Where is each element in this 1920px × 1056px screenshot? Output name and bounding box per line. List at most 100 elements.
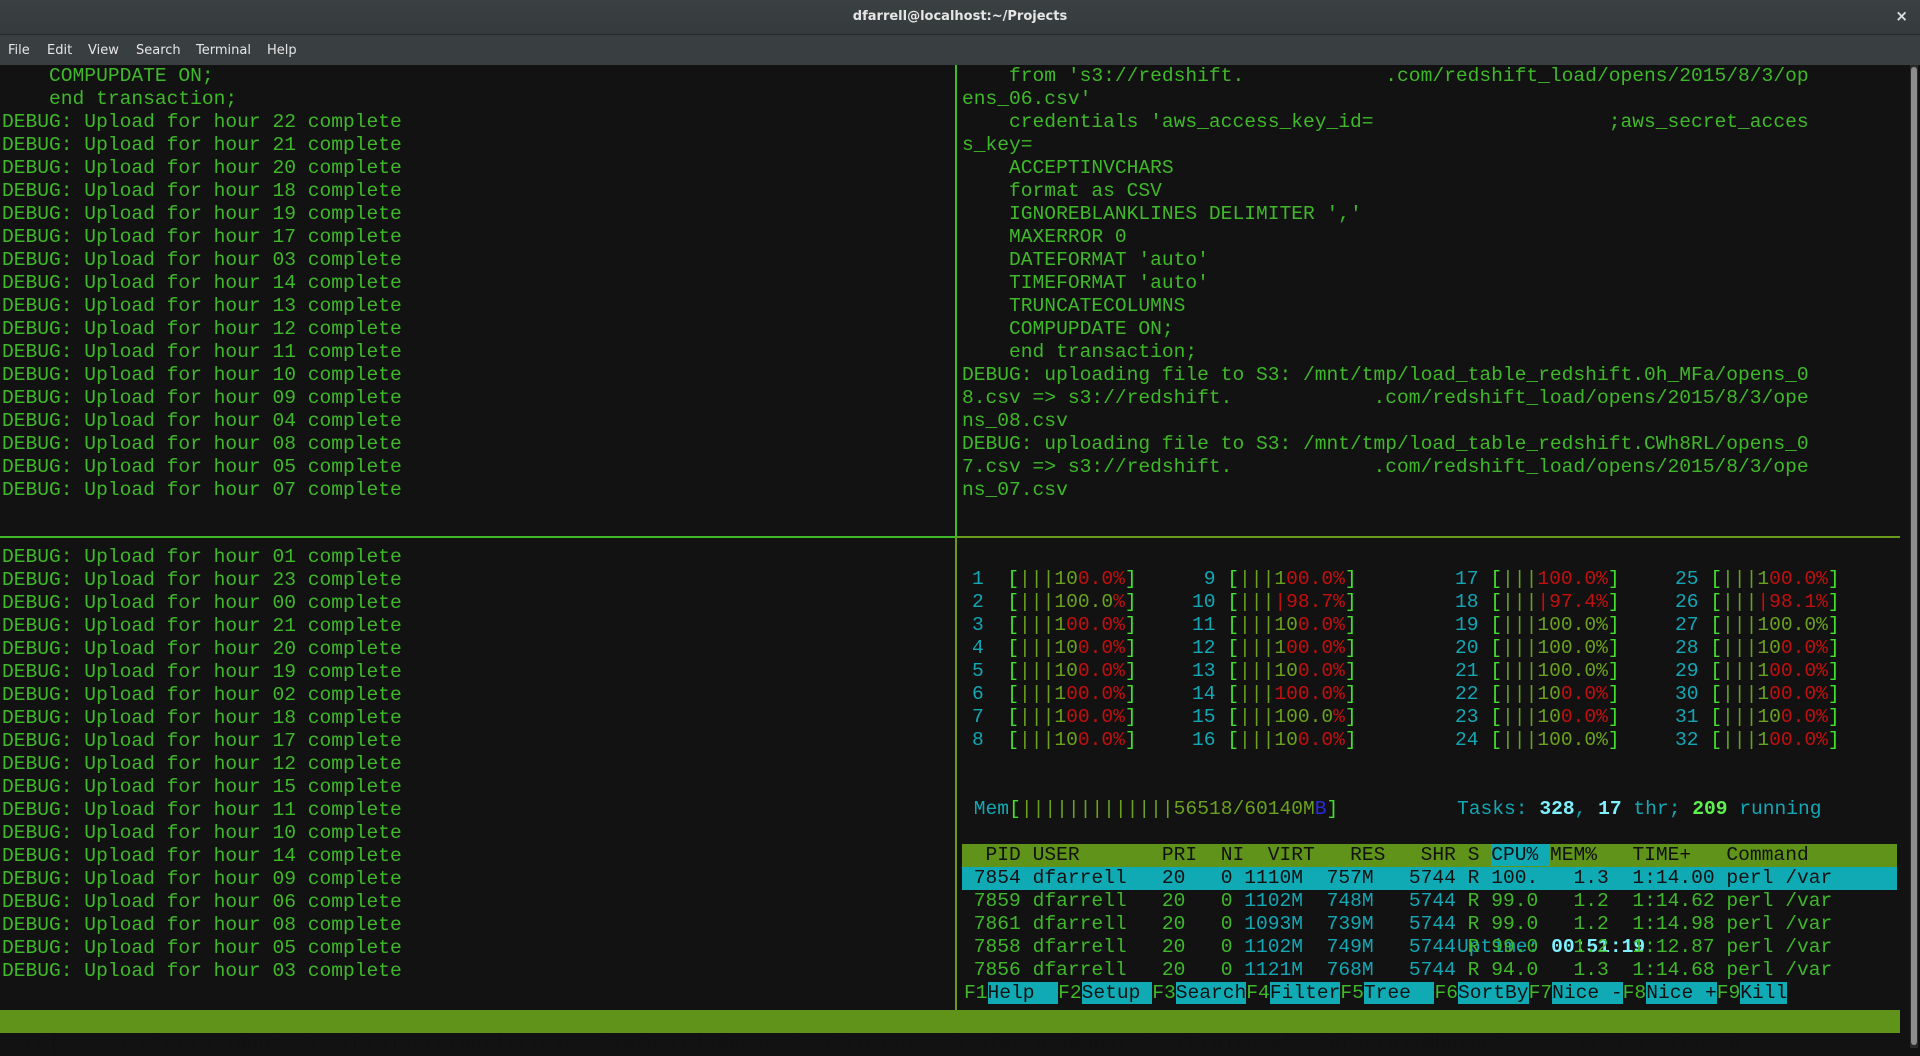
fkey-f3[interactable]: F3 — [1152, 982, 1176, 1004]
process-row[interactable]: 7856 dfarrell 20 0 1121M 768M 5744 R 94.… — [962, 959, 1897, 982]
cpu-percent-low: 1 — [1757, 568, 1770, 590]
cpu-percent-low: 10 — [1274, 660, 1298, 682]
fkey-f9[interactable]: F9 — [1717, 982, 1741, 1004]
cpu-bracket-close: ] — [1607, 706, 1620, 728]
fkey-label-nice[interactable]: Nice - — [1552, 982, 1623, 1004]
terminal-line: DEBUG: Upload for hour 18 complete — [2, 180, 402, 202]
terminal-line: DEBUG: Upload for hour 03 complete — [2, 249, 402, 271]
column-header-command[interactable]: Command — [1715, 844, 1821, 866]
htop-pane[interactable]: 1 [|||100.0%] 2 [|||100.0%] 3 [|||100.0%] 4… — [962, 568, 1902, 1010]
terminal-line: DEBUG: Upload for hour 12 complete — [2, 318, 402, 340]
fkey-label-kill[interactable]: Kill — [1740, 982, 1788, 1004]
cpu-bar: ||| — [1722, 729, 1758, 751]
pane-top-right[interactable]: from 's3://redshift. .com/redshift_load/… — [962, 65, 1902, 535]
pane-divider-vertical-lower[interactable] — [955, 537, 957, 1010]
fkey-label-tree[interactable]: Tree — [1363, 982, 1435, 1004]
menu-bar: File Edit View Search Terminal Help — [0, 35, 1920, 65]
mem-value: 56518/60140M — [1173, 798, 1315, 820]
column-header-virt[interactable]: VIRT — [1256, 844, 1327, 866]
column-header-cpu[interactable]: CPU% — [1491, 844, 1551, 866]
fkey-f1[interactable]: F1 — [964, 982, 988, 1004]
cpu-percent-high: |98.7% — [1274, 591, 1345, 613]
process-row[interactable]: 7854 dfarrell 20 0 1110M 757M 5744 R 100… — [962, 867, 1897, 890]
scrollbar[interactable] — [1910, 65, 1918, 1048]
fkey-f8[interactable]: F8 — [1623, 982, 1647, 1004]
process-row[interactable]: 7858 dfarrell 20 0 1102M 749M 5744 R 99.… — [962, 936, 1897, 959]
menu-file[interactable]: File — [8, 43, 30, 58]
fkey-label-search[interactable]: Search — [1175, 982, 1247, 1004]
menu-search[interactable]: Search — [136, 43, 181, 58]
pane-top-left[interactable]: COMPUPDATE ON; end transaction; DEBUG: Up… — [2, 65, 952, 535]
fkey-label-filter[interactable]: Filter — [1269, 982, 1341, 1004]
terminal-line: DEBUG: Upload for hour 11 complete — [2, 799, 402, 821]
cpu-bar: ||| — [1722, 683, 1758, 705]
cpu-id: 2 — [972, 591, 1008, 613]
mem-unit: B — [1314, 798, 1327, 820]
column-header-ni[interactable]: NI — [1209, 844, 1256, 866]
threads-label: thr; — [1621, 798, 1693, 820]
process-row[interactable]: 7861 dfarrell 20 0 1093M 739M 5744 R 99.… — [962, 913, 1897, 936]
cpu-bracket-open: [ — [1007, 591, 1020, 613]
menu-view[interactable]: View — [88, 43, 119, 58]
fkey-label-sortby[interactable]: SortBy — [1458, 982, 1529, 1004]
column-header-pri[interactable]: PRI — [1150, 844, 1209, 866]
column-header-pid[interactable]: PID — [962, 844, 1033, 866]
process-s: R — [1455, 936, 1480, 958]
process-mem: 1.2 — [1538, 936, 1609, 958]
cpu-id: 24 — [1455, 729, 1491, 751]
column-header-user[interactable]: USER — [1033, 844, 1151, 866]
cpu-percent-low: 10 — [1274, 614, 1298, 636]
terminal-line: COMPUPDATE ON; — [2, 65, 214, 87]
fkey-label-setup[interactable]: Setup — [1081, 982, 1153, 1004]
process-time: 1:12.87 — [1608, 936, 1715, 958]
tmux-window-2[interactable]: 2:dfarrell@host-2:~/Projects- — [588, 1033, 941, 1055]
process-user: dfarrell — [1032, 936, 1139, 958]
menu-edit[interactable]: Edit — [47, 43, 72, 58]
cpu-bar: ||| — [1019, 660, 1055, 682]
fkey-label-nice[interactable]: Nice + — [1646, 982, 1717, 1004]
pane-divider-horizontal-right[interactable] — [957, 536, 1900, 538]
cpu-percent-high: 0.0% — [1077, 729, 1125, 751]
terminal-line: DEBUG: Upload for hour 00 complete — [2, 592, 402, 614]
process-res: 749M — [1303, 936, 1374, 958]
process-pid: 7861 — [962, 913, 1033, 935]
terminal-line: DEBUG: Upload for hour 10 complete — [2, 364, 402, 386]
menu-terminal[interactable]: Terminal — [196, 43, 251, 58]
tmux-window-3[interactable]: 3:dfarrell@host-2:~/Projects*> — [941, 1033, 1305, 1055]
column-header-shr[interactable]: SHR — [1397, 844, 1468, 866]
column-header-s[interactable]: S — [1468, 844, 1492, 866]
tmux-window-1[interactable]: 1:dfarrell@host-2:~/Projects/perltricks — [106, 1033, 588, 1055]
cpu-id: 5 — [972, 660, 1008, 682]
cpu-percent-high: 0.0% — [1780, 706, 1828, 728]
function-key-bar: F1Help F2Setup F3SearchF4FilterF5Tree F6… — [964, 982, 1788, 1005]
cpu-bracket-close: ] — [1344, 591, 1357, 613]
scrollbar-thumb[interactable] — [1911, 67, 1917, 1045]
pane-divider-horizontal-left[interactable] — [0, 536, 955, 538]
terminal-line: from 's3://redshift. .com/redshift_load/… — [962, 65, 1809, 87]
terminal-line: DEBUG: Upload for hour 21 complete — [2, 134, 402, 156]
terminal-line: DEBUG: Upload for hour 07 complete — [2, 479, 402, 501]
cpu-percent-low: 1 — [1757, 683, 1770, 705]
column-header-mem[interactable]: MEM% — [1550, 844, 1609, 866]
fkey-f5[interactable]: F5 — [1340, 982, 1364, 1004]
cpu-bar: ||| — [1019, 706, 1055, 728]
column-header-res[interactable]: RES — [1327, 844, 1398, 866]
fkey-f6[interactable]: F6 — [1434, 982, 1458, 1004]
fkey-f2[interactable]: F2 — [1058, 982, 1082, 1004]
process-row[interactable]: 7859 dfarrell 20 0 1102M 748M 5744 R 99.… — [962, 890, 1897, 913]
close-icon[interactable]: × — [1895, 7, 1908, 25]
fkey-f4[interactable]: F4 — [1246, 982, 1270, 1004]
fkey-label-help[interactable]: Help — [987, 982, 1059, 1004]
column-header-time[interactable]: TIME+ — [1609, 844, 1715, 866]
tmux-session[interactable]: [0] <s — [24, 1033, 106, 1055]
window-titlebar: dfarrell@localhost:~/Projects × — [0, 0, 1920, 35]
cpu-bracket-close: ] — [1607, 660, 1620, 682]
cpu-percent-high: 00.0% — [1066, 614, 1125, 636]
cpu-percent-high: 0.0% — [1780, 637, 1828, 659]
cpu-bracket-open: [ — [1490, 568, 1503, 590]
pane-bottom-left[interactable]: DEBUG: Upload for hour 01 complete DEBUG:… — [2, 546, 952, 1006]
menu-help[interactable]: Help — [267, 43, 297, 58]
fkey-f7[interactable]: F7 — [1529, 982, 1553, 1004]
cpu-id: 22 — [1455, 683, 1491, 705]
cpu-percent-low: 1 — [1757, 660, 1770, 682]
